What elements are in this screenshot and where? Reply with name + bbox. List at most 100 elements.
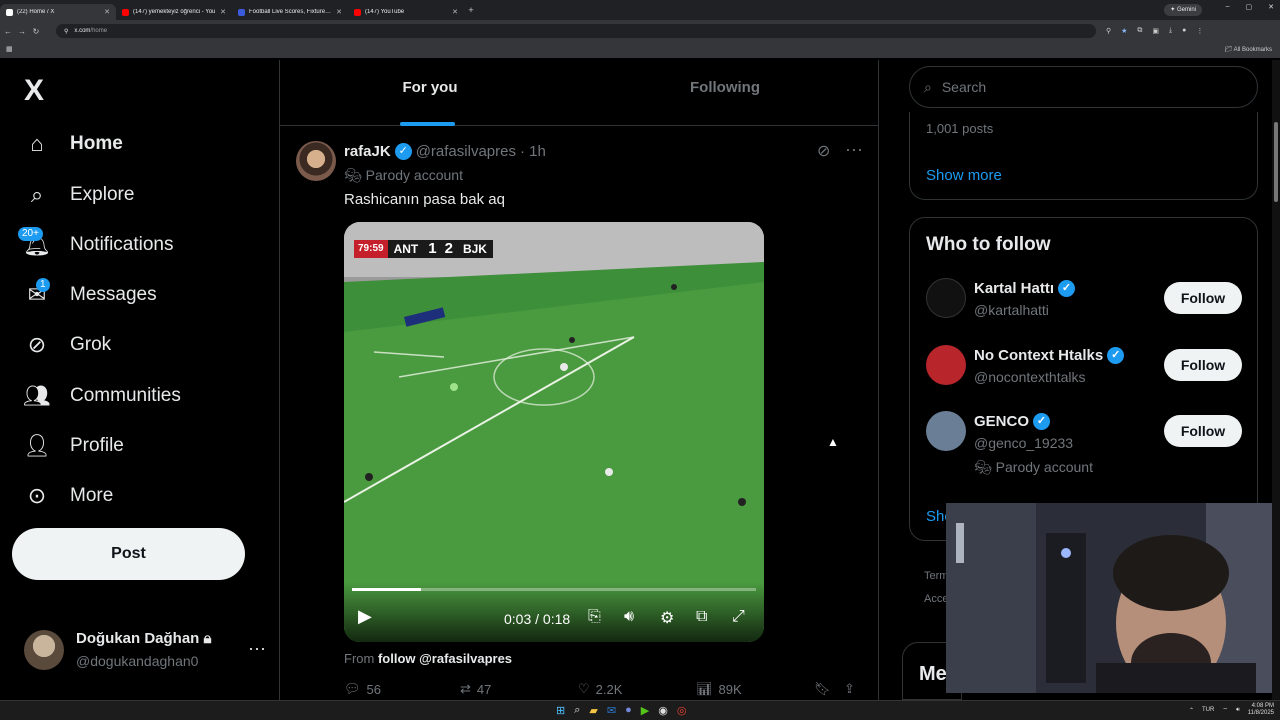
language-indicator[interactable]: TUR <box>1202 707 1214 713</box>
follow-suggestion[interactable]: Kartal Hattı ✓ @kartalhatti Follow <box>926 278 1246 338</box>
follow-suggestion[interactable]: No Context Htalks ✓ @nocontexthtalks Foll… <box>926 345 1246 405</box>
profile-avatar-icon[interactable]: ● <box>1182 27 1186 35</box>
nav-grok[interactable]: ⊘ Grok <box>22 325 111 365</box>
volume-icon[interactable]: 🔊︎ <box>624 608 634 626</box>
post-author-handle[interactable]: @rafasilvapres <box>416 143 516 160</box>
sidebar-icon[interactable]: ▣ <box>1152 27 1159 35</box>
football-favicon-icon <box>238 8 245 16</box>
media-player-icon[interactable]: ▶ <box>641 704 649 717</box>
post-button[interactable]: Post <box>12 528 245 580</box>
obs-icon[interactable]: ◉ <box>658 704 668 717</box>
browser-tab-youtube-2[interactable]: (147) YouTube ✕ <box>348 4 464 20</box>
follow-suggestion[interactable]: GENCO ✓ @genco_19233 🎭︎ Parody account Fo… <box>926 411 1246 475</box>
search-input[interactable]: ⌕ Search <box>909 66 1258 108</box>
avatar[interactable] <box>926 278 966 318</box>
nav-notifications-label: Notifications <box>70 234 174 255</box>
account-more-icon[interactable]: ··· <box>248 638 266 659</box>
back-icon[interactable]: ← <box>2 27 14 36</box>
download-icon[interactable]: ⤓ <box>1169 27 1172 35</box>
url-bar[interactable]: ⚲ x.com/home <box>56 24 1096 38</box>
like-button[interactable]: ♡ 2.2K <box>578 681 622 697</box>
site-info-icon[interactable]: ⚲ <box>64 28 68 35</box>
post-actions: 💬︎ 56 ⇄ 47 ♡ 2.2K 📊︎ 89K 🔖︎ ⇪ <box>344 681 864 700</box>
discord-icon[interactable]: ● <box>625 704 632 717</box>
clock-time: 4:08 PM <box>1251 703 1274 709</box>
taskbar-search-icon[interactable]: ⌕ <box>574 704 580 717</box>
close-tab-icon[interactable]: ✕ <box>336 8 342 16</box>
follow-button[interactable]: Follow <box>1164 282 1242 314</box>
nav-more[interactable]: ⊙ More <box>22 476 114 516</box>
fullscreen-icon[interactable]: ⤢ <box>732 608 745 626</box>
search-icon: ⌕ <box>924 78 932 95</box>
windows-start-icon[interactable]: ⊞ <box>556 704 565 717</box>
menu-kebab-icon[interactable]: ⋮ <box>1196 27 1203 35</box>
all-bookmarks-label: All Bookmarks <box>1233 47 1272 53</box>
new-tab-button[interactable]: + <box>464 5 478 15</box>
browser-tab-x-home[interactable]: (22) Home / X ✕ <box>0 4 116 20</box>
zoom-icon[interactable]: ⚲ <box>1106 27 1111 35</box>
post-more-icon[interactable]: ··· <box>845 139 863 160</box>
tab-following[interactable]: Following <box>670 60 780 126</box>
close-tab-icon[interactable]: ✕ <box>452 8 458 16</box>
bookmark-button[interactable]: 🔖︎ <box>814 681 831 697</box>
home-score: 1 <box>424 240 441 258</box>
nav-notifications[interactable]: 🔔︎ Notifications <box>22 225 174 265</box>
play-icon[interactable]: ▶ <box>358 606 372 627</box>
match-clock: 79:59 <box>354 240 388 258</box>
post-time[interactable]: · 1h <box>520 143 546 160</box>
clock[interactable]: 4:08 PM 11/8/2025 <box>1248 703 1274 717</box>
network-icon[interactable]: ⌔ <box>1222 706 1228 714</box>
tab-for-you[interactable]: For you <box>380 60 480 126</box>
accessibility-link[interactable]: Acce <box>924 588 948 611</box>
nav-communities[interactable]: 👥︎ Communities <box>22 376 181 416</box>
volume-icon[interactable]: 🔊︎ <box>1236 707 1240 714</box>
follow-button[interactable]: Follow <box>1164 415 1242 447</box>
x-logo-icon[interactable]: X <box>24 74 44 108</box>
close-tab-icon[interactable]: ✕ <box>104 8 110 16</box>
trends-show-more[interactable]: Show more <box>926 167 1002 184</box>
account-switcher[interactable]: Doğukan Dağhan 🔒︎ @dogukandaghan0 ··· <box>24 630 274 672</box>
avatar[interactable] <box>926 345 966 385</box>
trend-post-count: 1,001 posts <box>926 121 994 136</box>
close-tab-icon[interactable]: ✕ <box>220 8 226 16</box>
maximize-icon[interactable]: ▢ <box>1246 3 1253 11</box>
browser-tab-football[interactable]: Football Live Scores, Fixtures & ✕ <box>232 4 348 20</box>
pip-icon[interactable]: ⧉ <box>696 608 707 626</box>
nav-home[interactable]: ⌂ Home <box>22 124 122 164</box>
forward-icon[interactable]: → <box>16 27 28 36</box>
reply-button[interactable]: 💬︎ 56 <box>344 681 381 697</box>
reload-icon[interactable]: ↻ <box>30 27 42 36</box>
from-link[interactable]: follow @rafasilvapres <box>378 651 512 666</box>
follow-button[interactable]: Follow <box>1164 349 1242 381</box>
post-author-name[interactable]: rafaJK <box>344 143 391 160</box>
nav-explore[interactable]: ⌕ Explore <box>22 175 135 215</box>
avatar[interactable] <box>926 411 966 451</box>
file-explorer-icon[interactable]: ▰ <box>589 704 597 717</box>
outlook-icon[interactable]: ✉ <box>607 704 616 717</box>
browser-tab-youtube-1[interactable]: (147) yemekteyiz öğrenci - You ✕ <box>116 4 232 20</box>
video-player[interactable]: 79:59 ANT 1 2 BJK ▶ 0:03 / 0:18 ⎘ 🔊︎ ⚙ ⧉… <box>344 222 764 642</box>
apps-grid-icon[interactable]: ▦ <box>6 45 13 53</box>
bookmark-star-icon[interactable]: ★ <box>1121 27 1127 35</box>
share-button[interactable]: ⇪ <box>844 681 855 697</box>
extensions-icon[interactable]: ⧉ <box>1137 27 1142 35</box>
tray-chevron-icon[interactable]: ⌃ <box>1189 707 1194 714</box>
settings-gear-icon[interactable]: ⚙ <box>660 608 674 628</box>
views-button[interactable]: 📊︎ 89K <box>696 681 742 697</box>
page-scrollbar[interactable] <box>1272 60 1280 700</box>
minimize-icon[interactable]: – <box>1226 3 1230 11</box>
video-progress-bar[interactable] <box>352 588 756 591</box>
all-bookmarks-button[interactable]: 📁︎ All Bookmarks <box>1225 46 1272 53</box>
post-avatar[interactable] <box>296 141 336 181</box>
terms-link[interactable]: Term <box>924 565 948 588</box>
scrollbar-thumb[interactable] <box>1274 122 1278 202</box>
grok-explain-icon[interactable]: ⊘ <box>817 141 830 161</box>
captions-icon[interactable]: ⎘ <box>588 608 601 626</box>
toolbar-icons: ⚲ ★ ⧉ ▣ ⤓ ● ⋮ <box>1106 27 1203 35</box>
nav-profile[interactable]: 👤︎ Profile <box>22 426 124 466</box>
repost-button[interactable]: ⇄ 47 <box>460 681 491 697</box>
close-window-icon[interactable]: ✕ <box>1268 3 1274 11</box>
gemini-button[interactable]: ✦ Gemini <box>1164 4 1202 16</box>
chrome-icon[interactable]: ◎ <box>677 704 687 717</box>
suggestion-name-row: Kartal Hattı ✓ <box>974 280 1076 297</box>
